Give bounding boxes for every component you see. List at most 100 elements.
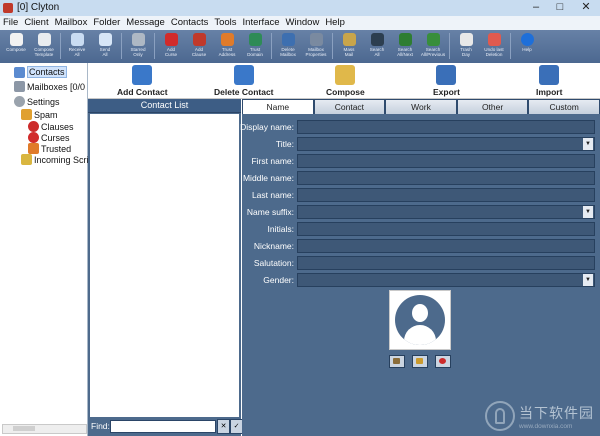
menu-mailbox[interactable]: Mailbox: [55, 16, 88, 30]
help-button[interactable]: Help: [513, 30, 541, 63]
import-icon: [539, 65, 560, 85]
receive-all-button[interactable]: Receive All: [63, 30, 91, 63]
photo-delete-button[interactable]: [435, 355, 451, 368]
tab-name[interactable]: Name: [242, 99, 314, 114]
mass-mail-button[interactable]: Mass Mail: [335, 30, 363, 63]
binoculars-next-icon: [398, 33, 412, 46]
compose-button[interactable]: Compose: [2, 30, 30, 63]
menu-help[interactable]: Help: [325, 16, 345, 30]
send-icon: [98, 33, 112, 46]
tab-other[interactable]: Other: [456, 99, 529, 114]
contact-photo[interactable]: [389, 290, 451, 350]
binoculars-icon: [370, 33, 384, 46]
tree-item-clauses[interactable]: Clauses: [28, 121, 74, 132]
menu-file[interactable]: File: [3, 16, 18, 30]
display-name-input[interactable]: [297, 120, 595, 134]
trust-address-button[interactable]: Trust Address: [213, 30, 241, 63]
properties-icon: [309, 33, 323, 46]
close-button[interactable]: ✕: [572, 0, 600, 16]
maximize-button[interactable]: □: [548, 0, 572, 16]
delete-mailbox-button[interactable]: Delete Mailbox: [274, 30, 302, 63]
tree-item-mailboxes[interactable]: Mailboxes [0/0: [14, 81, 85, 92]
starred-only-button[interactable]: Starred Only: [124, 30, 152, 63]
add-curse-button[interactable]: Add Curse: [157, 30, 185, 63]
find-clear-button[interactable]: ✕: [217, 419, 230, 434]
name-suffix-select[interactable]: ▼: [297, 205, 595, 219]
add-clause-button[interactable]: Add Clause: [185, 30, 213, 63]
compose-contact-button[interactable]: Compose: [326, 65, 365, 97]
menu-client[interactable]: Client: [24, 16, 48, 30]
middle-name-input[interactable]: [297, 171, 595, 185]
tree-item-contacts[interactable]: Contacts: [14, 66, 67, 78]
field-first-name: First name:: [242, 153, 600, 170]
undo-deletion-button[interactable]: Undo last Deletion: [480, 30, 508, 63]
nickname-input[interactable]: [297, 239, 595, 253]
field-initials: Initials:: [242, 221, 600, 238]
compose-template-button[interactable]: Compose Template: [30, 30, 58, 63]
send-all-button[interactable]: Send All: [91, 30, 119, 63]
menu-window[interactable]: Window: [286, 16, 320, 30]
photo-open-button[interactable]: [412, 355, 428, 368]
tree-item-incoming-scripts[interactable]: Incoming Scrip: [21, 154, 94, 165]
menu-contacts[interactable]: Contacts: [171, 16, 209, 30]
contact-actions: Add Contact Delete Contact Compose Expor…: [88, 63, 600, 99]
field-nickname: Nickname:: [242, 238, 600, 255]
chevron-down-icon[interactable]: ▼: [583, 274, 593, 286]
compose-pen-icon: [335, 65, 356, 85]
chevron-down-icon[interactable]: ▼: [583, 206, 593, 218]
find-input[interactable]: [110, 420, 216, 433]
contact-list-header[interactable]: Contact List: [88, 99, 241, 113]
export-button[interactable]: Export: [433, 65, 460, 97]
import-button[interactable]: Import: [536, 65, 562, 97]
find-label: Find:: [91, 421, 110, 431]
toolbar: Compose Compose Template Receive All Sen…: [0, 30, 600, 63]
search-next-button[interactable]: Search All/Next: [391, 30, 419, 63]
curses-icon: [28, 132, 39, 143]
script-icon: [21, 154, 32, 165]
search-all-button[interactable]: Search All: [363, 30, 391, 63]
tree-item-trusted[interactable]: Trusted: [28, 143, 71, 154]
tree-horizontal-scrollbar[interactable]: [2, 424, 87, 434]
clauses-icon: [28, 121, 39, 132]
spam-icon: [21, 109, 32, 120]
export-icon: [436, 65, 457, 85]
tree-item-spam[interactable]: Spam: [21, 109, 58, 120]
menu-message[interactable]: Message: [126, 16, 165, 30]
tab-contact[interactable]: Contact: [313, 99, 386, 114]
compose-icon: [9, 33, 23, 46]
field-name-suffix: Name suffix: ▼: [242, 204, 600, 221]
menu-interface[interactable]: Interface: [243, 16, 280, 30]
delete-contact-button[interactable]: Delete Contact: [214, 65, 274, 97]
initials-input[interactable]: [297, 222, 595, 236]
field-title: Title: ▼: [242, 136, 600, 153]
contact-list[interactable]: [90, 114, 239, 417]
minimize-button[interactable]: –: [524, 0, 548, 16]
menu-folder[interactable]: Folder: [93, 16, 120, 30]
title-select[interactable]: ▼: [297, 137, 595, 151]
add-contact-button[interactable]: Add Contact: [117, 65, 168, 97]
clause-icon: [192, 33, 206, 46]
chevron-down-icon[interactable]: ▼: [583, 138, 593, 150]
trash-icon: [459, 33, 473, 46]
mailbox-properties-button[interactable]: Mailbox Properties: [302, 30, 330, 63]
search-previous-button[interactable]: Search All/Previous: [419, 30, 447, 63]
watermark-logo-icon: [485, 401, 515, 431]
tree-item-settings[interactable]: Settings: [14, 96, 60, 107]
last-name-input[interactable]: [297, 188, 595, 202]
photo-new-button[interactable]: [389, 355, 405, 368]
curse-icon: [164, 33, 178, 46]
trash-day-button[interactable]: Trash Day: [452, 30, 480, 63]
scrollbar-thumb[interactable]: [13, 426, 35, 431]
tab-work[interactable]: Work: [385, 99, 457, 114]
trust-domain-button[interactable]: Trust Domain: [241, 30, 269, 63]
watermark-text: 当下软件园: [519, 404, 594, 421]
tree-item-curses[interactable]: Curses: [28, 132, 70, 143]
field-last-name: Last name:: [242, 187, 600, 204]
first-name-input[interactable]: [297, 154, 595, 168]
help-icon: [520, 33, 534, 46]
watermark: 当下软件园 www.downxia.com: [485, 401, 594, 431]
menu-tools[interactable]: Tools: [214, 16, 236, 30]
salutation-input[interactable]: [297, 256, 595, 270]
gender-select[interactable]: ▼: [297, 273, 595, 287]
tab-custom[interactable]: Custom: [528, 99, 600, 114]
